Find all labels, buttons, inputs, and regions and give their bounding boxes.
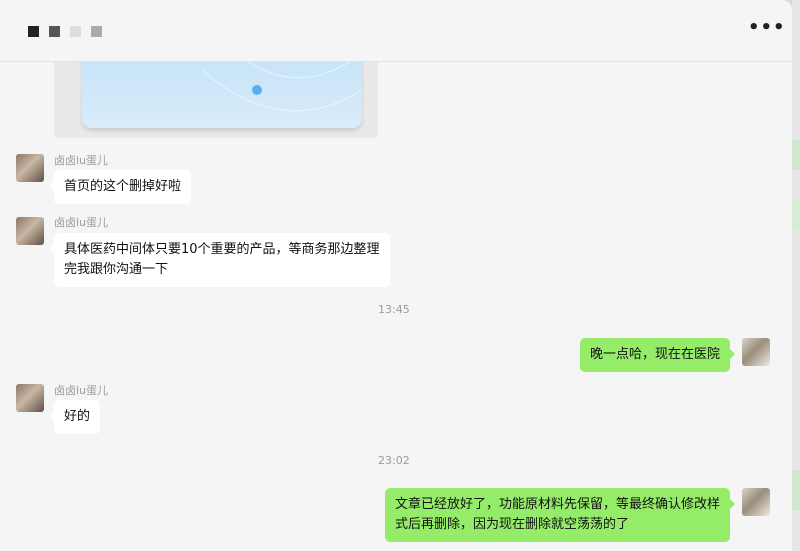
sender-name: 卤卤lu蛋儿 [54,154,109,167]
avatar-luluudaner[interactable] [16,217,44,245]
message-bubble-incoming[interactable]: 首页的这个删掉好啦 [48,170,192,204]
timestamp: 13:45 [378,303,410,316]
message-list[interactable]: 卤卤lu蛋儿 首页的这个删掉好啦 卤卤lu蛋儿 具体医药中间体只要10个重要的产… [0,0,792,551]
title-block [91,26,102,37]
background-highlight [792,140,800,170]
timestamp: 23:02 [378,454,410,467]
sender-name: 卤卤lu蛋儿 [54,216,109,229]
message-bubble-incoming[interactable]: 好的 [48,400,101,434]
chat-title[interactable] [28,26,102,37]
background-highlight [792,200,800,230]
message-bubble-outgoing[interactable]: 文章已经放好了，功能原材料先保留，等最终确认修改样 式后再删除，因为现在删除就空… [384,488,736,542]
message-line: 具体医药中间体只要10个重要的产品，等商务那边整理 [64,242,380,257]
chat-window: 卤卤lu蛋儿 首页的这个删掉好啦 卤卤lu蛋儿 具体医药中间体只要10个重要的产… [0,0,792,551]
message-line: 式后再删除，因为现在删除就空荡荡的了 [394,517,629,532]
message-line: 文章已经放好了，功能原材料先保留，等最终确认修改样 [394,497,720,512]
message-bubble-outgoing[interactable]: 晚一点哈，现在在医院 [579,338,736,372]
chat-header: ••• [0,0,792,62]
avatar-self[interactable] [742,488,770,516]
title-block [49,26,60,37]
background-highlight [792,470,800,510]
more-options-icon[interactable]: ••• [748,16,785,40]
avatar-luluudaner[interactable] [16,384,44,412]
avatar-luluudaner[interactable] [16,154,44,182]
title-block [70,26,81,37]
avatar-self[interactable] [742,338,770,366]
background-window-edge [792,0,800,551]
message-line: 完我跟你沟通一下 [64,262,169,277]
sender-name: 卤卤lu蛋儿 [54,384,109,397]
message-bubble-incoming[interactable]: 具体医药中间体只要10个重要的产品，等商务那边整理 完我跟你沟通一下 [49,233,390,287]
title-block [28,26,39,37]
